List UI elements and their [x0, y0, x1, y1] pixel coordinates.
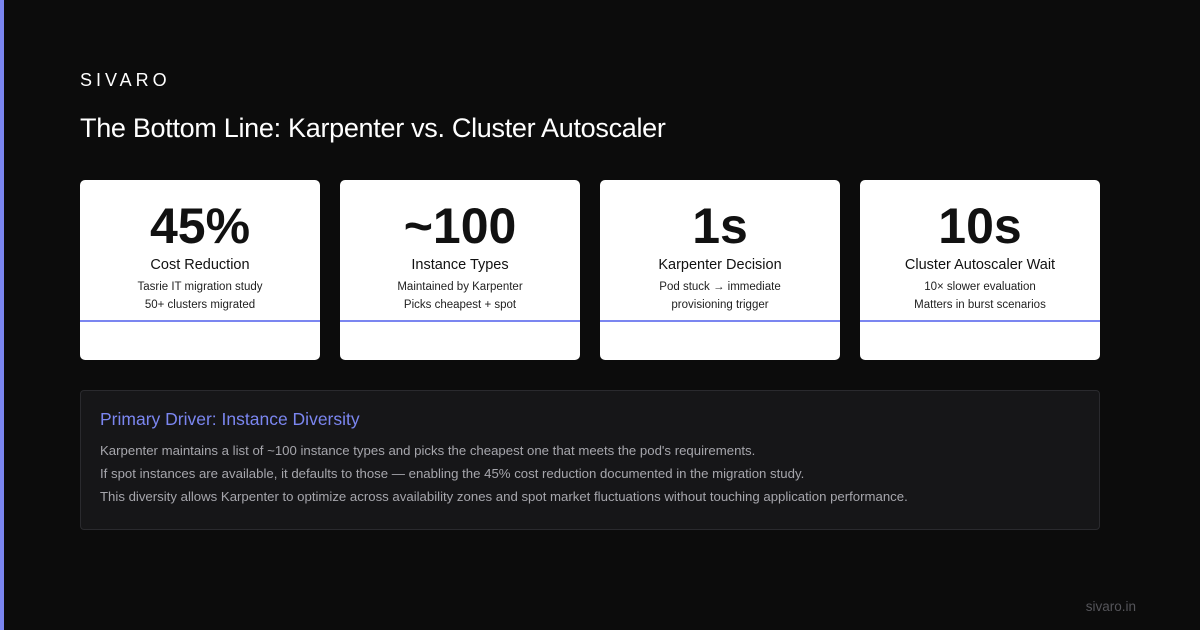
panel-text-line: This diversity allows Karpenter to optim…: [100, 489, 908, 504]
stat-detail: Picks cheapest + spot: [403, 299, 517, 311]
stat-detail: Pod stuck → immediate: [659, 281, 781, 293]
stat-label: Karpenter Decision: [658, 257, 782, 273]
stat-value: 1s: [692, 198, 748, 254]
stat-detail: 10× slower evaluation: [924, 281, 1036, 293]
stat-label: Cost Reduction: [150, 257, 250, 273]
stat-card-karpenter-decision: 1s Karpenter Decision Pod stuck → immedi…: [600, 180, 840, 360]
stat-detail: Matters in burst scenarios: [914, 299, 1046, 311]
card-divider: [860, 320, 1100, 322]
accent-bar: [0, 0, 4, 630]
page-title: The Bottom Line: Karpenter vs. Cluster A…: [80, 113, 666, 143]
stat-detail: Tasrie IT migration study: [137, 281, 263, 293]
stat-label: Instance Types: [411, 257, 509, 273]
card-divider: [600, 320, 840, 322]
brand-logo: SIVARO: [80, 70, 171, 90]
stat-value: 10s: [938, 198, 1022, 254]
panel-text-line: If spot instances are available, it defa…: [100, 466, 805, 481]
stat-label: Cluster Autoscaler Wait: [904, 257, 1056, 273]
stat-card-cost-reduction: 45% Cost Reduction Tasrie IT migration s…: [80, 180, 320, 360]
panel-title: Primary Driver: Instance Diversity: [100, 409, 360, 429]
stat-card-instance-types: ~100 Instance Types Maintained by Karpen…: [340, 180, 580, 360]
card-divider: [80, 320, 320, 322]
stat-cards: 45% Cost Reduction Tasrie IT migration s…: [80, 180, 1100, 360]
stat-value: 45%: [149, 198, 251, 254]
footer-url: sivaro.in: [1085, 599, 1136, 614]
stat-detail: Maintained by Karpenter: [397, 281, 523, 293]
stat-detail: 50+ clusters migrated: [144, 299, 256, 311]
panel-text-line: Karpenter maintains a list of ~100 insta…: [100, 443, 756, 458]
stat-detail: provisioning trigger: [671, 299, 769, 311]
card-divider: [340, 320, 580, 322]
stat-value: ~100: [403, 198, 517, 254]
primary-driver-panel: Primary Driver: Instance Diversity Karpe…: [80, 390, 1100, 530]
stat-card-autoscaler-wait: 10s Cluster Autoscaler Wait 10× slower e…: [860, 180, 1100, 360]
